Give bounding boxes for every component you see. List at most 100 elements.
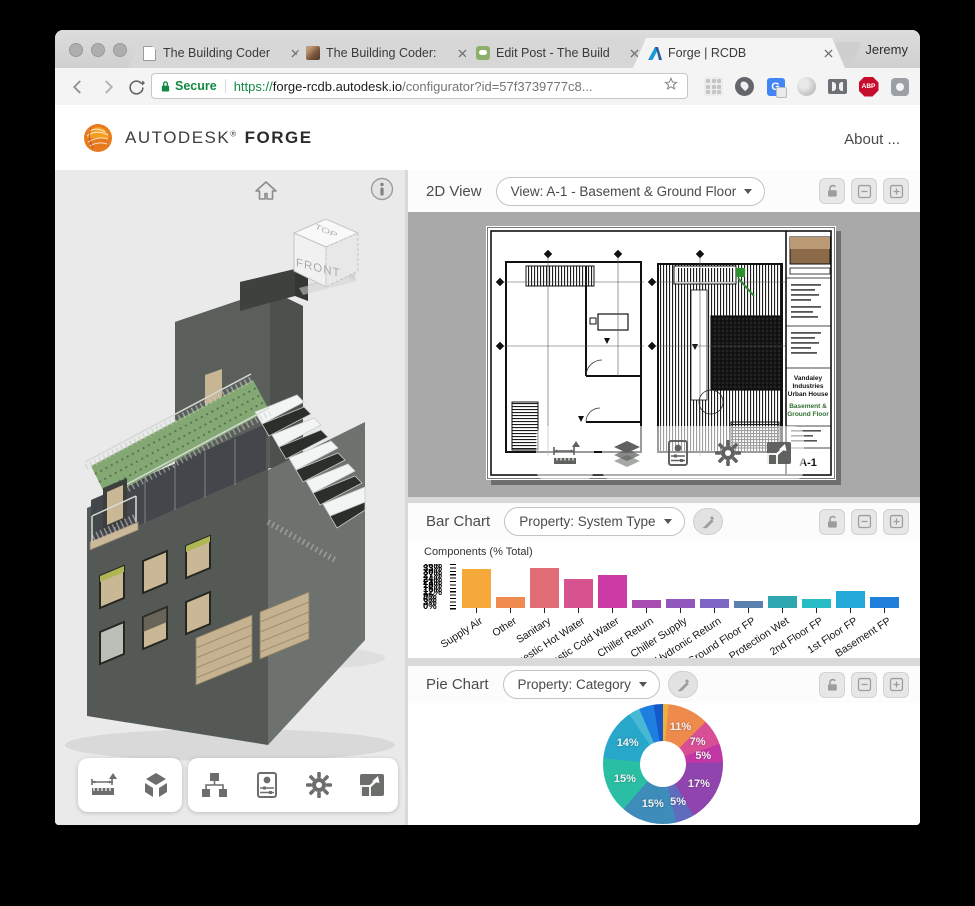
properties-icon[interactable] — [663, 438, 693, 468]
collapse-button[interactable] — [851, 672, 877, 698]
tab-title: The Building Coder — [163, 46, 282, 60]
close-icon[interactable] — [821, 46, 835, 60]
url-text: https://forge-rcdb.autodesk.io/configura… — [234, 79, 663, 94]
bar[interactable] — [700, 599, 729, 608]
x-tick — [680, 608, 681, 613]
tab-building-coder-1[interactable]: The Building Coder — [128, 38, 312, 68]
profile-name[interactable]: Jeremy — [865, 42, 908, 57]
bookmark-star-icon[interactable] — [663, 76, 679, 97]
panel-title: Bar Chart — [426, 513, 490, 530]
properties-icon[interactable] — [252, 770, 282, 800]
bar[interactable] — [496, 597, 525, 608]
lock-icon — [160, 80, 171, 93]
document-favicon — [142, 46, 157, 61]
tab-building-coder-2[interactable]: The Building Coder: — [291, 38, 479, 68]
explode-model-icon[interactable] — [141, 770, 171, 800]
bar[interactable] — [666, 599, 695, 608]
fullscreen-icon[interactable] — [357, 770, 387, 800]
collapse-button[interactable] — [851, 178, 877, 204]
bar[interactable] — [530, 568, 559, 608]
x-tick — [578, 608, 579, 613]
chevron-down-icon — [664, 519, 672, 524]
expand-button[interactable] — [883, 672, 909, 698]
property-dropdown[interactable]: Property: Category — [503, 670, 660, 699]
torch-extension-icon[interactable] — [734, 76, 755, 97]
measure-icon[interactable] — [89, 770, 119, 800]
bar[interactable] — [768, 596, 797, 608]
translate-extension-icon[interactable]: G — [765, 76, 786, 97]
panel-pie-chart: Pie Chart Property: Category — [408, 666, 920, 825]
expand-button[interactable] — [883, 178, 909, 204]
pie-donut[interactable]: 11%7%5%17%5%15%15%14% — [603, 704, 723, 824]
x-tick — [748, 608, 749, 613]
bar-chart-body: Components (% Total) 36%33%30%27%24%21%1… — [408, 540, 920, 658]
brush-icon — [700, 514, 716, 530]
bar[interactable] — [598, 575, 627, 608]
book-extension-icon[interactable] — [827, 76, 848, 97]
bar-slot: Fire Protection Wet — [766, 568, 800, 608]
layers-icon[interactable] — [612, 438, 642, 468]
bar-slot: Basement FP — [868, 568, 902, 608]
bar[interactable] — [734, 601, 763, 608]
bar-slot: Ground Floor FP — [732, 568, 766, 608]
bar-slot: Domestic Hot Water — [562, 568, 596, 608]
tab-edit-post[interactable]: Edit Post - The Build — [461, 38, 651, 68]
reload-icon[interactable] — [125, 76, 147, 98]
pie-slice-label: 17% — [688, 778, 710, 790]
menu-icon[interactable] — [902, 75, 920, 96]
view-cube[interactable]: TOP FRONT — [287, 210, 365, 298]
expand-button[interactable] — [883, 509, 909, 535]
tab-forge-rcdb-active[interactable]: Forge | RCDB — [633, 38, 845, 68]
panel-2d-view: 2D View View: A-1 - Basement & Ground Fl… — [408, 170, 920, 497]
forward-icon[interactable] — [97, 76, 119, 98]
unlock-button[interactable] — [819, 509, 845, 535]
window-controls — [69, 43, 127, 57]
pie-slice-label: 5% — [670, 796, 686, 808]
bar[interactable] — [870, 597, 899, 608]
measure-icon[interactable] — [550, 438, 580, 468]
back-icon[interactable] — [67, 76, 89, 98]
bar[interactable] — [836, 591, 865, 608]
view-dropdown[interactable]: View: A-1 - Basement & Ground Floor — [496, 177, 766, 206]
bar[interactable] — [802, 599, 831, 608]
bar-slot: Hydronic Return — [698, 568, 732, 608]
address-bar[interactable]: Secure https://forge-rcdb.autodesk.io/co… — [151, 73, 688, 99]
collapse-button[interactable] — [851, 509, 877, 535]
bar[interactable] — [564, 579, 593, 608]
brush-button[interactable] — [693, 508, 723, 535]
bar[interactable] — [462, 569, 491, 608]
react-extension-icon[interactable] — [703, 76, 724, 97]
pie-slice-label: 11% — [670, 721, 691, 733]
home-icon[interactable] — [253, 178, 279, 204]
brush-button[interactable] — [668, 671, 698, 698]
property-dropdown[interactable]: Property: System Type — [504, 507, 684, 536]
settings-gear-icon[interactable] — [713, 438, 743, 468]
about-link[interactable]: About ... — [844, 131, 900, 148]
bar-y-axis-labels: 36%33%30%27%24%21%18%15%12%9%6%3%0% — [423, 564, 449, 610]
pie-slice-label: 15% — [614, 773, 636, 785]
settings-gear-icon[interactable] — [304, 770, 334, 800]
titleblock-line: Urban House — [788, 391, 829, 398]
autodesk-favicon — [647, 46, 662, 61]
render-settings-icon[interactable] — [764, 438, 794, 468]
pie-slice-label: 15% — [642, 798, 664, 810]
swirl-extension-icon[interactable] — [796, 76, 817, 97]
avatar-favicon — [305, 46, 320, 61]
2d-sheet-canvas[interactable]: Vandaley Industries Urban House Basement… — [408, 212, 920, 497]
zoom-window-button[interactable] — [113, 43, 127, 57]
unlock-button[interactable] — [819, 672, 845, 698]
bar[interactable] — [632, 600, 661, 608]
security-badge[interactable]: Secure — [160, 79, 226, 93]
typepad-favicon — [475, 46, 490, 61]
adblock-extension-icon[interactable]: ABP — [858, 76, 879, 97]
unlock-button[interactable] — [819, 178, 845, 204]
info-icon[interactable] — [370, 177, 394, 201]
2d-toolbar-main-group — [602, 426, 804, 480]
close-window-button[interactable] — [69, 43, 83, 57]
3d-viewer[interactable]: TOP FRONT — [55, 170, 405, 825]
minimize-window-button[interactable] — [91, 43, 105, 57]
pie-slice-label: 7% — [690, 736, 706, 748]
tab-bar: The Building Coder The Building Coder: E… — [55, 30, 920, 68]
model-tree-icon[interactable] — [199, 770, 229, 800]
bar-slot: 2nd Floor FP — [800, 568, 834, 608]
